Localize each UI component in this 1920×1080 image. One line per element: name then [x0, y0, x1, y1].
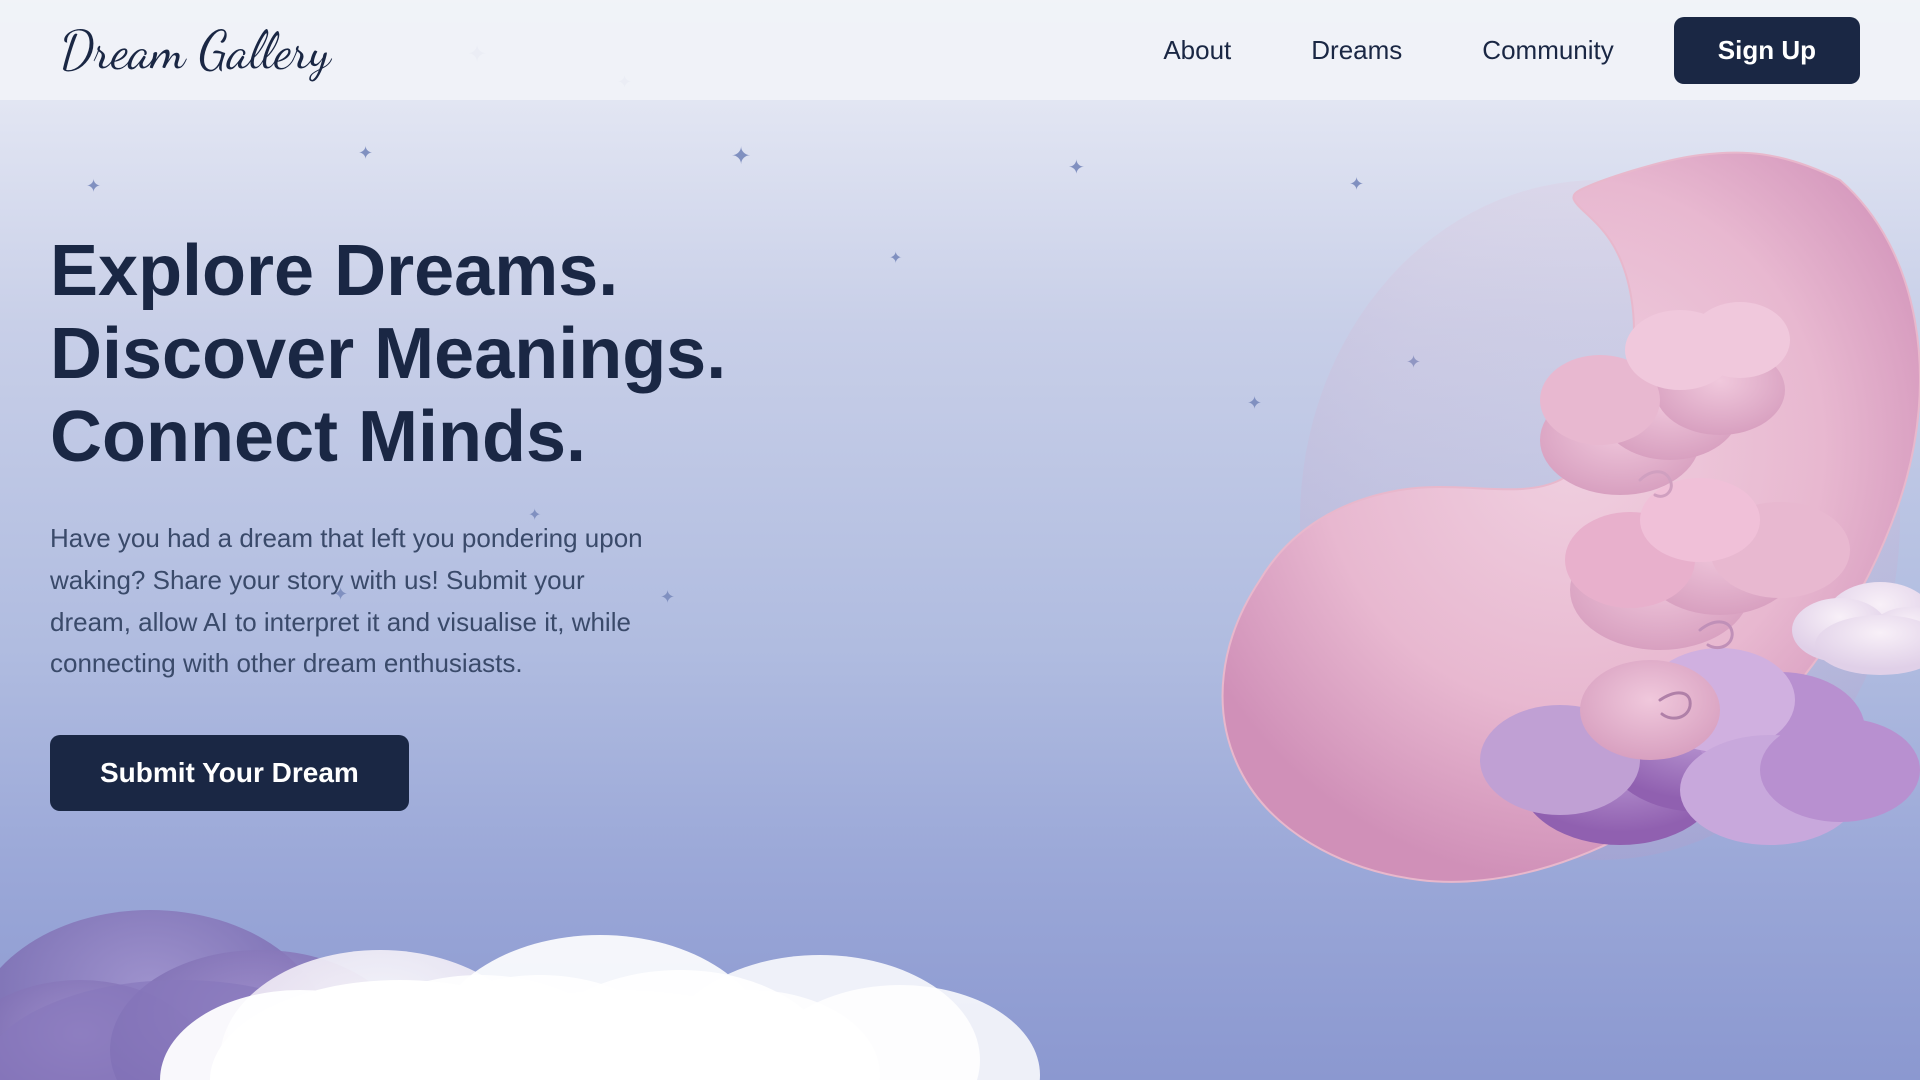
site-logo[interactable]: Dream Gallery: [60, 19, 1163, 82]
hero-content: Explore Dreams. Discover Meanings. Conne…: [50, 230, 770, 811]
nav-community[interactable]: Community: [1482, 35, 1613, 66]
navigation: Dream Gallery About Dreams Community Sig…: [0, 0, 1920, 100]
hero-title: Explore Dreams. Discover Meanings. Conne…: [50, 230, 770, 478]
hero-subtitle: Have you had a dream that left you ponde…: [50, 518, 670, 684]
signup-button[interactable]: Sign Up: [1674, 17, 1860, 84]
nav-dreams[interactable]: Dreams: [1311, 35, 1402, 66]
nav-about[interactable]: About: [1163, 35, 1231, 66]
submit-dream-button[interactable]: Submit Your Dream: [50, 735, 409, 811]
nav-links: About Dreams Community: [1163, 35, 1613, 66]
